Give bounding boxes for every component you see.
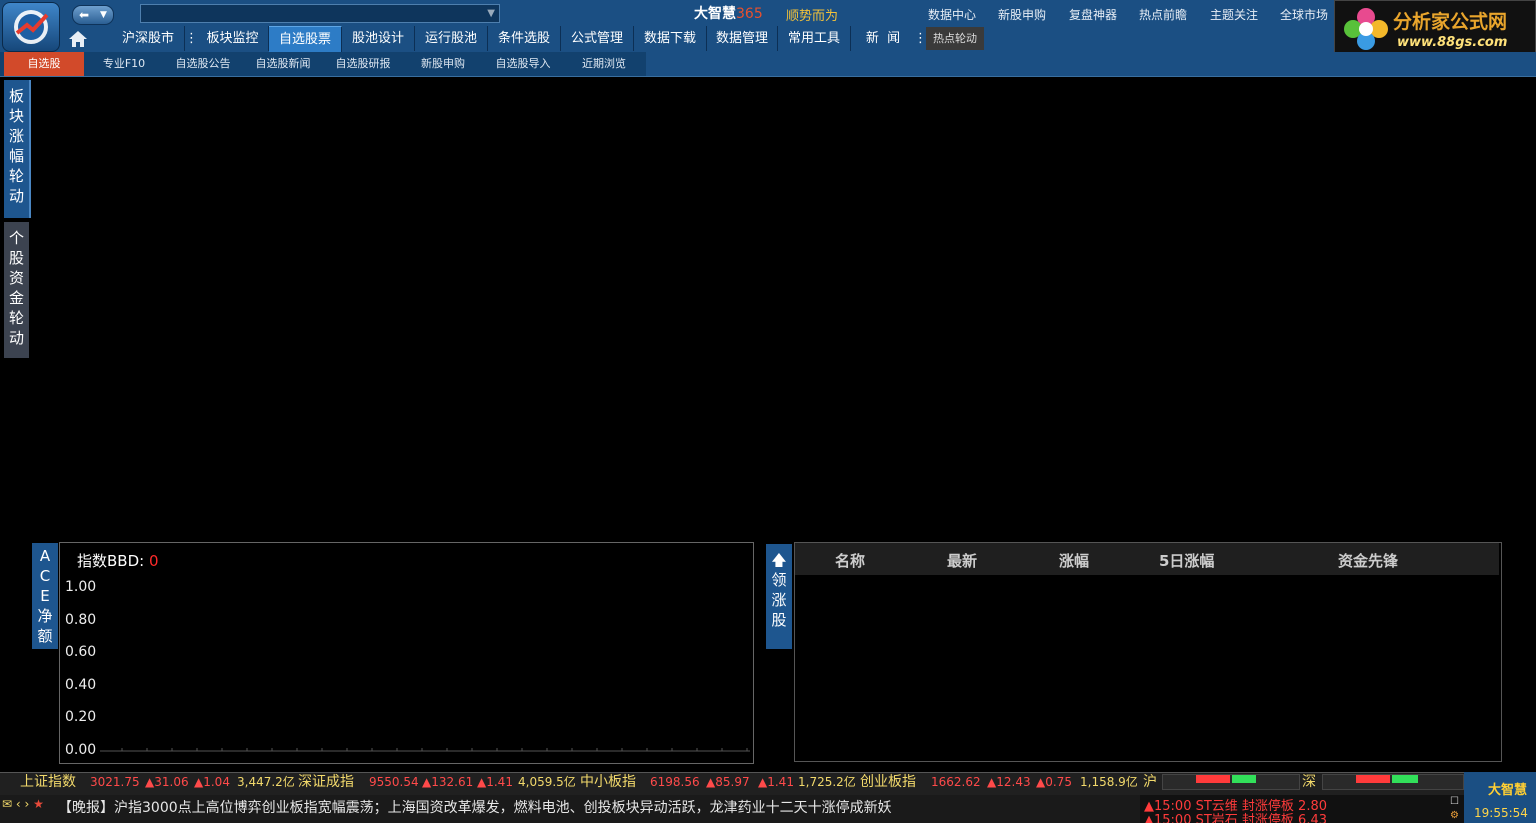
subtab-news[interactable]: 自选股新闻 — [244, 52, 322, 76]
subtab-research[interactable]: 自选股研报 — [324, 52, 402, 76]
sub-nav-filler — [646, 52, 1536, 76]
arrow-up-icon: 🡅 — [771, 551, 787, 569]
ticker-cy-chg: ▲12.43 — [987, 775, 1031, 789]
next-icon[interactable]: › — [25, 797, 30, 811]
slogan: 顺势而为 — [786, 9, 839, 24]
ticker-cy-amount: 1,158.9亿 — [1080, 775, 1138, 789]
alert-list: ▲15:00 ST云维 封涨停板 2.80 ▲15:00 ST岩石 封涨停板 6… — [1140, 795, 1464, 823]
side-tab-stock-fund-rotation[interactable]: 个 股 资 金 轮 动 — [4, 222, 29, 358]
dzh-logo-icon — [14, 10, 49, 44]
dropdown-icon[interactable]: ▼ — [487, 5, 495, 22]
back-arrow-icon: ⬅ — [79, 8, 90, 22]
address-input[interactable]: ▼ — [140, 4, 500, 23]
col-name[interactable]: 名称 — [835, 550, 865, 571]
ticker-cy-pct: ▲0.75 — [1036, 775, 1072, 789]
nav-tools[interactable]: 常用工具 — [778, 26, 851, 51]
star-icon[interactable]: ★ — [33, 797, 44, 811]
ticker-zx-pct: ▲1.41 — [758, 775, 794, 789]
gear-icon[interactable]: ⚙ — [1450, 810, 1459, 821]
lead-stocks-tab[interactable]: 🡅 领 涨 股 — [766, 544, 792, 649]
news-headline[interactable]: 【晚报】沪指3000点上高位博弈创业板指宽幅震荡；上海国资改革爆发，燃料电池、创… — [58, 797, 892, 817]
alert-item[interactable]: ▲15:00 ST岩石 封涨停板 6.43 — [1144, 809, 1327, 823]
shen-up-bar — [1356, 775, 1390, 783]
news-controls: ✉ ‹ › ★ — [2, 797, 44, 811]
nav-formula[interactable]: 公式管理 — [561, 26, 634, 51]
nav-pool-design[interactable]: 股池设计 — [342, 26, 415, 51]
shen-down-bar — [1392, 775, 1418, 783]
ticker-sh-name[interactable]: 上证指数 — [20, 772, 76, 794]
mini-logo[interactable]: 大智慧 — [1488, 779, 1527, 798]
col-latest[interactable]: 最新 — [947, 550, 977, 571]
nav-sector-monitor[interactable]: 板块监控 — [197, 26, 269, 51]
top-link-global[interactable]: 全球市场 — [1280, 6, 1328, 23]
ticker-cy-price: 1662.62 — [931, 775, 981, 789]
hot-rotation-button[interactable]: 热点轮动 — [926, 27, 984, 50]
prev-icon[interactable]: ‹ — [16, 797, 21, 811]
nav-run-pool[interactable]: 运行股池 — [415, 26, 488, 51]
ticker-sh-price: 3021.75 — [90, 775, 140, 789]
nav-news[interactable]: 新 闻 — [851, 26, 915, 51]
ticker-hu-label: 沪 — [1143, 774, 1157, 790]
col-5day-change[interactable]: 5日涨幅 — [1159, 550, 1214, 571]
top-link-theme[interactable]: 主题关注 — [1210, 6, 1258, 23]
nav-data-download[interactable]: 数据下载 — [634, 26, 707, 51]
subtab-import[interactable]: 自选股导入 — [484, 52, 562, 76]
nav-data-manage[interactable]: 数据管理 — [707, 26, 778, 51]
col-fund-pioneer[interactable]: 资金先锋 — [1338, 550, 1398, 571]
subtab-recent[interactable]: 近期浏览 — [564, 52, 644, 76]
nav-watchlist[interactable]: 自选股票 — [269, 26, 342, 52]
ticker-zx-price: 6198.56 — [650, 775, 700, 789]
ticker-cy-name[interactable]: 创业板指 — [860, 772, 916, 794]
ticker-sh-chg: ▲31.06 — [145, 775, 189, 789]
lead-stocks-table: 名称 最新 涨幅 5日涨幅 资金先锋 — [794, 542, 1502, 762]
ticker-sh-pct: ▲1.04 — [194, 775, 230, 789]
ticker-sz-amount: 4,059.5亿 — [518, 775, 576, 789]
ace-chart-panel: 指数BBD: 0 1.00 0.80 0.60 0.40 0.20 0.00 — [59, 542, 754, 764]
top-link-data-center[interactable]: 数据中心 — [928, 6, 976, 23]
ticker-zx-name[interactable]: 中小板指 — [580, 772, 636, 794]
nav-hushen[interactable]: 沪深股市 — [112, 26, 185, 51]
subtab-announcement[interactable]: 自选股公告 — [164, 52, 242, 76]
table-header: 名称 最新 涨幅 5日涨幅 资金先锋 — [795, 543, 1499, 575]
window-icon[interactable]: ☐ — [1450, 796, 1459, 807]
clock: 19:55:54 — [1474, 806, 1528, 820]
ticker-sz-price: 9550.54 — [369, 775, 419, 789]
top-link-hot-preview[interactable]: 热点前瞻 — [1139, 6, 1187, 23]
home-icon[interactable] — [66, 28, 90, 50]
ace-net-tab[interactable]: A C E 净 额 — [32, 543, 58, 649]
ticker-sz-name[interactable]: 深证成指 — [298, 772, 354, 794]
side-tab-sector-rotation[interactable]: 板 块 涨 幅 轮 动 — [4, 80, 31, 218]
watermark-logo: 分析家公式网 www.88gs.com — [1334, 0, 1536, 58]
ticker-zx-chg: ▲85.97 — [706, 775, 750, 789]
col-change[interactable]: 涨幅 — [1059, 550, 1089, 571]
chevron-down-icon: ▼ — [100, 10, 107, 20]
mail-icon[interactable]: ✉ — [2, 797, 12, 811]
ace-chart — [100, 748, 750, 752]
ticker-sh-amount: 3,447.2亿 — [237, 775, 295, 789]
app-logo[interactable] — [2, 2, 60, 52]
brand-title: 大智慧365 — [694, 6, 763, 22]
hu-up-bar — [1196, 775, 1230, 783]
subtab-f10[interactable]: 专业F10 — [86, 52, 162, 76]
nav-condition-select[interactable]: 条件选股 — [488, 26, 561, 51]
top-link-review[interactable]: 复盘神器 — [1069, 6, 1117, 23]
top-link-ipo[interactable]: 新股申购 — [998, 6, 1046, 23]
subtab-watchlist[interactable]: 自选股 — [4, 52, 84, 76]
back-button[interactable]: ⬅ ▼ — [72, 5, 114, 25]
hu-breadth-bar — [1162, 774, 1300, 790]
hu-down-bar — [1232, 775, 1256, 783]
subtab-ipo[interactable]: 新股申购 — [404, 52, 482, 76]
flower-icon — [1344, 8, 1388, 50]
ticker-sz-pct: ▲1.41 — [477, 775, 513, 789]
ticker-shen-label: 深 — [1302, 774, 1316, 790]
ticker-sz-chg: ▲132.61 — [422, 775, 474, 789]
ticker-zx-amount: 1,725.2亿 — [798, 775, 856, 789]
